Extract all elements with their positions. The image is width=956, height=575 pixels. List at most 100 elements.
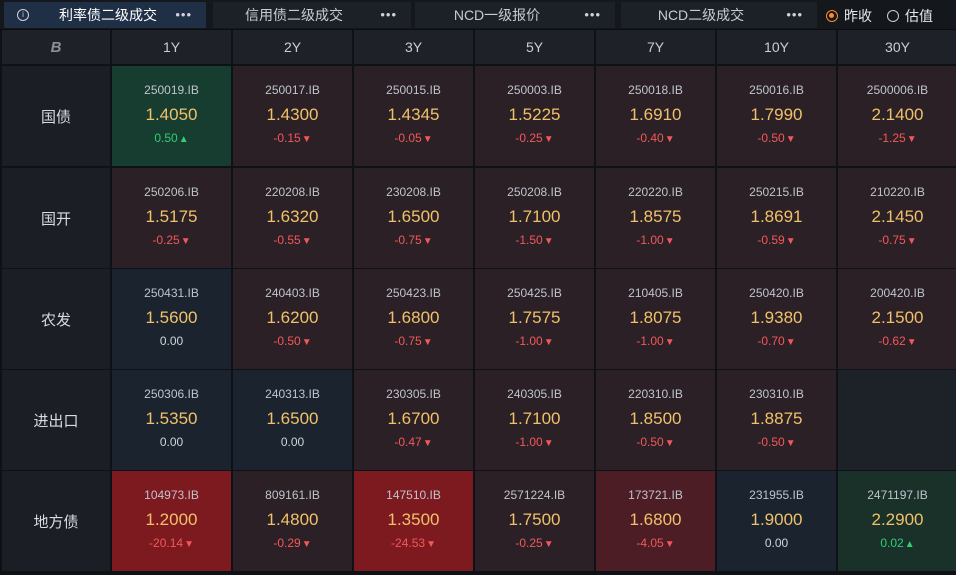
yield-grid: B 1Y 2Y 3Y 5Y 7Y 10Y 30Y 国债 250019.IB 1.4050 0.50▲… bbox=[2, 30, 956, 573]
bond-cell[interactable]: 210405.IB 1.8075 -1.00▼ bbox=[596, 269, 715, 369]
bond-cell[interactable]: 250306.IB 1.5350 0.00 bbox=[112, 370, 231, 470]
bond-cell[interactable]: 240305.IB 1.7100 -1.00▼ bbox=[475, 370, 594, 470]
bond-yield: 1.4800 bbox=[266, 510, 319, 529]
bond-cell[interactable]: 250208.IB 1.7100 -1.50▼ bbox=[475, 168, 594, 268]
bond-yield: 2.1400 bbox=[871, 105, 924, 124]
arrow-down-icon: ▼ bbox=[664, 337, 675, 348]
bond-cell[interactable]: 220310.IB 1.8500 -0.50▼ bbox=[596, 370, 715, 470]
column-header[interactable]: 2Y bbox=[233, 30, 352, 64]
bond-cell[interactable]: 200420.IB 2.1500 -0.62▼ bbox=[838, 269, 956, 369]
arrow-down-icon: ▼ bbox=[906, 134, 917, 145]
bond-cell[interactable]: 230305.IB 1.6700 -0.47▼ bbox=[354, 370, 473, 470]
radio-valuation[interactable]: 估值 bbox=[887, 6, 933, 26]
tab-label: 利率债二级成交 bbox=[59, 7, 157, 23]
bond-yield: 1.5175 bbox=[145, 207, 198, 226]
yield-change: -0.25▼ bbox=[112, 233, 231, 247]
bond-cell[interactable]: 250215.IB 1.8691 -0.59▼ bbox=[717, 168, 836, 268]
tab-credit-bond-secondary[interactable]: 信用债二级成交 ••• bbox=[213, 2, 411, 28]
arrow-up-icon: ▲ bbox=[904, 539, 915, 550]
tab-ncd-secondary[interactable]: NCD二级成交 ••• bbox=[621, 2, 817, 28]
tab-bar: i 利率债二级成交 ••• 信用债二级成交 ••• NCD一级报价 ••• NC… bbox=[0, 0, 956, 30]
more-icon[interactable]: ••• bbox=[786, 8, 803, 22]
column-header[interactable]: 30Y bbox=[838, 30, 956, 64]
radio-checked-icon[interactable] bbox=[826, 10, 838, 22]
change-value: -0.75 bbox=[878, 233, 906, 247]
bond-yield: 1.5225 bbox=[508, 105, 561, 124]
change-value: -0.62 bbox=[878, 334, 906, 348]
bond-cell[interactable]: 250018.IB 1.6910 -0.40▼ bbox=[596, 66, 715, 166]
info-icon[interactable]: i bbox=[17, 9, 29, 21]
bond-code: 200420.IB bbox=[870, 286, 925, 300]
bond-yield: 1.6200 bbox=[266, 308, 319, 327]
bond-cell[interactable]: 210220.IB 2.1450 -0.75▼ bbox=[838, 168, 956, 268]
bond-cell[interactable]: 220208.IB 1.6320 -0.55▼ bbox=[233, 168, 352, 268]
yield-change: -0.55▼ bbox=[233, 233, 352, 247]
bond-code: 240305.IB bbox=[507, 387, 562, 401]
bond-cell[interactable]: 173721.IB 1.6800 -4.05▼ bbox=[596, 471, 715, 571]
bond-code: 250306.IB bbox=[144, 387, 199, 401]
more-icon[interactable]: ••• bbox=[380, 8, 397, 22]
bond-cell[interactable]: 250019.IB 1.4050 0.50▲ bbox=[112, 66, 231, 166]
bond-cell[interactable]: 2471197.IB 2.2900 0.02▲ bbox=[838, 471, 956, 571]
bond-yield: 1.7990 bbox=[750, 105, 803, 124]
bond-cell[interactable]: 250423.IB 1.6800 -0.75▼ bbox=[354, 269, 473, 369]
bond-code: 220208.IB bbox=[265, 185, 320, 199]
bond-code: 250017.IB bbox=[265, 83, 320, 97]
arrow-down-icon: ▼ bbox=[785, 337, 796, 348]
arrow-down-icon: ▼ bbox=[422, 236, 433, 247]
bond-cell[interactable]: 147510.IB 1.3500 -24.53▼ bbox=[354, 471, 473, 571]
bond-cell[interactable]: 250015.IB 1.4345 -0.05▼ bbox=[354, 66, 473, 166]
arrow-down-icon: ▼ bbox=[422, 337, 433, 348]
corner-logo: B bbox=[2, 30, 110, 64]
bond-cell[interactable]: 231955.IB 1.9000 0.00 bbox=[717, 471, 836, 571]
tab-rate-bond-secondary[interactable]: i 利率债二级成交 ••• bbox=[4, 2, 206, 28]
bond-cell[interactable]: 230208.IB 1.6500 -0.75▼ bbox=[354, 168, 473, 268]
change-value: -0.05 bbox=[394, 131, 422, 145]
column-header[interactable]: 1Y bbox=[112, 30, 231, 64]
radio-label: 昨收 bbox=[844, 8, 872, 24]
tab-label: 信用债二级成交 bbox=[245, 7, 343, 23]
bond-cell[interactable]: 2500006.IB 2.1400 -1.25▼ bbox=[838, 66, 956, 166]
radio-prev-close[interactable]: 昨收 bbox=[826, 6, 872, 26]
bond-cell[interactable]: 2571224.IB 1.7500 -0.25▼ bbox=[475, 471, 594, 571]
bond-yield: 1.6700 bbox=[387, 409, 440, 428]
column-header[interactable]: 10Y bbox=[717, 30, 836, 64]
bond-cell[interactable]: 220220.IB 1.8575 -1.00▼ bbox=[596, 168, 715, 268]
bond-cell[interactable]: 250431.IB 1.5600 0.00 bbox=[112, 269, 231, 369]
bond-cell[interactable]: 250017.IB 1.4300 -0.15▼ bbox=[233, 66, 352, 166]
bond-cell[interactable]: 240403.IB 1.6200 -0.50▼ bbox=[233, 269, 352, 369]
yield-change: -1.00▼ bbox=[596, 233, 715, 247]
radio-unchecked-icon[interactable] bbox=[887, 10, 899, 22]
bond-cell[interactable]: 250003.IB 1.5225 -0.25▼ bbox=[475, 66, 594, 166]
change-value: -0.50 bbox=[636, 435, 664, 449]
bond-code: 250003.IB bbox=[507, 83, 562, 97]
tab-ncd-primary-quote[interactable]: NCD一级报价 ••• bbox=[415, 2, 615, 28]
column-header[interactable]: 5Y bbox=[475, 30, 594, 64]
column-header[interactable]: 3Y bbox=[354, 30, 473, 64]
bond-yield: 1.6910 bbox=[629, 105, 682, 124]
bond-cell[interactable]: 250420.IB 1.9380 -0.70▼ bbox=[717, 269, 836, 369]
bond-yield: 1.7100 bbox=[508, 409, 561, 428]
column-header[interactable]: 7Y bbox=[596, 30, 715, 64]
bond-cell[interactable]: 230310.IB 1.8875 -0.50▼ bbox=[717, 370, 836, 470]
bond-yield: 1.5350 bbox=[145, 409, 198, 428]
bond-cell[interactable]: 250206.IB 1.5175 -0.25▼ bbox=[112, 168, 231, 268]
bond-cell[interactable]: 250425.IB 1.7575 -1.00▼ bbox=[475, 269, 594, 369]
bond-yield: 1.7100 bbox=[508, 207, 561, 226]
yield-change: -0.59▼ bbox=[717, 233, 836, 247]
yield-change: 0.00 bbox=[112, 334, 231, 348]
bond-yield: 1.8575 bbox=[629, 207, 682, 226]
yield-change: 0.00 bbox=[233, 435, 352, 449]
bond-code: 250208.IB bbox=[507, 185, 562, 199]
bond-cell[interactable]: 240313.IB 1.6500 0.00 bbox=[233, 370, 352, 470]
bond-cell[interactable]: 104973.IB 1.2000 -20.14▼ bbox=[112, 471, 231, 571]
bond-cell[interactable]: 250016.IB 1.7990 -0.50▼ bbox=[717, 66, 836, 166]
bond-code: 250425.IB bbox=[507, 286, 562, 300]
bond-cell[interactable]: 809161.IB 1.4800 -0.29▼ bbox=[233, 471, 352, 571]
arrow-down-icon: ▼ bbox=[664, 539, 675, 550]
more-icon[interactable]: ••• bbox=[584, 8, 601, 22]
bond-code: 173721.IB bbox=[628, 488, 683, 502]
bond-code: 230310.IB bbox=[749, 387, 804, 401]
bond-code: 230305.IB bbox=[386, 387, 441, 401]
more-icon[interactable]: ••• bbox=[175, 8, 192, 22]
